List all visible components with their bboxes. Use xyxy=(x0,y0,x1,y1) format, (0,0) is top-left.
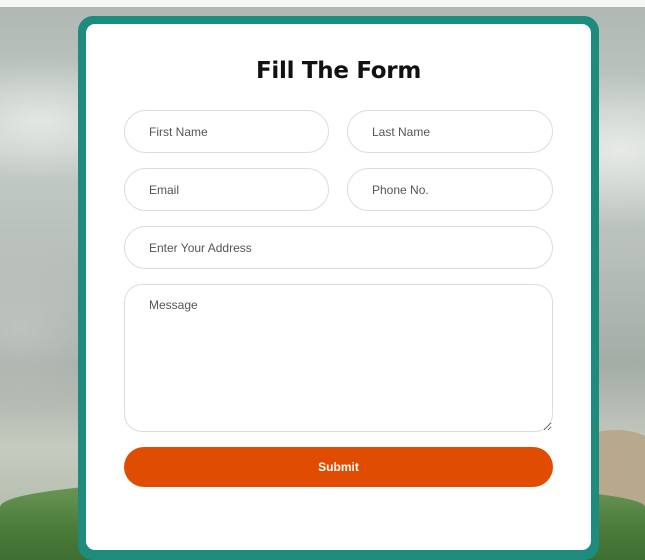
submit-button[interactable]: Submit xyxy=(124,447,553,487)
phone-input[interactable] xyxy=(347,168,553,211)
address-input[interactable] xyxy=(124,226,553,269)
form-title: Fill The Form xyxy=(255,58,422,84)
message-textarea[interactable] xyxy=(124,284,553,432)
last-name-input[interactable] xyxy=(347,110,553,153)
top-edge-strip xyxy=(0,0,645,7)
first-name-input[interactable] xyxy=(124,110,329,153)
email-input[interactable] xyxy=(124,168,329,211)
